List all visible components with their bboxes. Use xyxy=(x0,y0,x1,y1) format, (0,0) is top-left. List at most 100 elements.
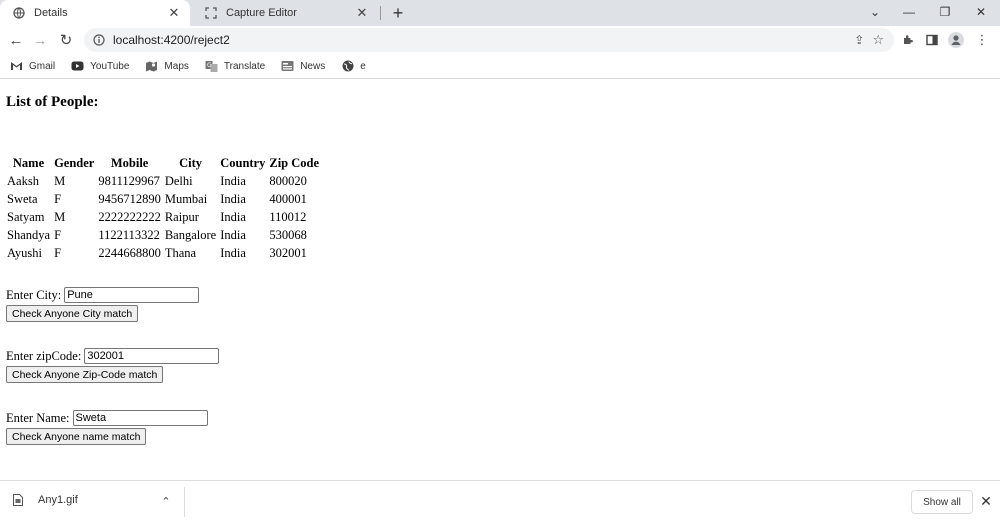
cell-zip-code: 400001 xyxy=(269,191,307,206)
tab-title: Details xyxy=(34,7,68,19)
tab-strip: Details ✕ Capture Editor ✕ + ⌄ — ❐ ✕ xyxy=(0,0,1000,26)
cell-zip-code: 800020 xyxy=(269,173,307,188)
download-item[interactable]: Any1.gif xyxy=(12,493,78,507)
cell-city: Thana xyxy=(164,245,197,260)
address-bar[interactable]: localhost:4200/reject2 ⇪ ☆ xyxy=(84,28,894,52)
bookmark-label: Gmail xyxy=(29,60,56,72)
translate-icon: G xyxy=(205,60,218,73)
column-header-zip-code: Zip Code xyxy=(269,155,320,170)
download-shelf: Any1.gif ⌃ Show all ✕ xyxy=(0,480,1000,525)
globe-icon xyxy=(341,60,354,73)
close-icon[interactable]: ✕ xyxy=(354,5,370,21)
bookmark-youtube[interactable]: YouTube xyxy=(71,60,129,73)
window-close-button[interactable]: ✕ xyxy=(964,0,998,24)
cell-city: Delhi xyxy=(164,173,193,188)
cell-country: India xyxy=(220,191,246,206)
check-name-match-button[interactable]: Check Anyone name match xyxy=(6,428,147,445)
minimize-button[interactable]: — xyxy=(892,0,926,24)
people-table: Name Gender Mobile City Country Zip Code… xyxy=(5,154,321,262)
column-header-country: Country xyxy=(220,155,266,170)
forward-icon[interactable]: → xyxy=(30,30,50,50)
chevron-up-icon[interactable]: ⌃ xyxy=(158,493,174,509)
city-input[interactable] xyxy=(64,287,200,303)
maps-icon xyxy=(145,60,158,73)
cell-country: India xyxy=(220,245,246,260)
cell-city: Bangalore xyxy=(164,227,217,242)
cell-country: India xyxy=(220,173,246,188)
name-input[interactable] xyxy=(72,410,208,426)
page-title: List of People: xyxy=(6,94,99,110)
cell-gender: F xyxy=(54,191,62,206)
cell-gender: F xyxy=(54,227,62,242)
bookmarks-bar: Gmail YouTube Maps G Translate News e xyxy=(0,54,1000,79)
zip-label: Enter zipCode: xyxy=(6,348,82,363)
bookmark-maps[interactable]: Maps xyxy=(145,60,189,73)
tab-capture-editor[interactable]: Capture Editor ✕ xyxy=(192,0,378,26)
cell-zip-code: 302001 xyxy=(269,245,307,260)
column-header-gender: Gender xyxy=(54,155,95,170)
shelf-divider xyxy=(184,487,185,517)
site-info-icon[interactable] xyxy=(92,33,106,47)
cell-mobile: 2244668800 xyxy=(98,245,161,260)
download-file-name: Any1.gif xyxy=(38,494,78,506)
capture-icon xyxy=(204,6,218,20)
close-icon[interactable]: ✕ xyxy=(166,5,182,21)
youtube-icon xyxy=(71,60,84,73)
column-header-city: City xyxy=(179,155,202,170)
tab-details[interactable]: Details ✕ xyxy=(0,0,190,26)
bookmark-label: Maps xyxy=(164,60,189,72)
cell-city: Raipur xyxy=(164,209,199,224)
column-header-name: Name xyxy=(12,155,45,170)
globe-icon xyxy=(12,6,26,20)
table-row: Satyam M 2222222222 Raipur India 110012 xyxy=(5,208,321,226)
cell-city: Mumbai xyxy=(164,191,208,206)
table-row: Shandya F 1122113322 Bangalore India 530… xyxy=(5,226,321,244)
bookmark-star-icon[interactable]: ☆ xyxy=(872,32,884,48)
check-zip-code-match-button[interactable]: Check Anyone Zip-Code match xyxy=(6,366,164,383)
cell-country: India xyxy=(220,227,246,242)
close-icon[interactable]: ✕ xyxy=(978,493,994,509)
check-city-match-button[interactable]: Check Anyone City match xyxy=(6,305,139,322)
side-panel-icon[interactable] xyxy=(922,30,942,50)
bookmark-news[interactable]: News xyxy=(281,60,325,73)
share-icon[interactable]: ⇪ xyxy=(854,33,864,47)
zip-form: Enter zipCode: Check Anyone Zip-Code mat… xyxy=(6,347,220,383)
bookmark-translate[interactable]: G Translate xyxy=(205,60,265,73)
restore-button[interactable]: ❐ xyxy=(928,0,962,24)
cell-zip-code: 530068 xyxy=(269,227,307,242)
reload-icon[interactable]: ↻ xyxy=(56,30,76,50)
bookmark-label: Translate xyxy=(223,60,266,72)
cell-name: Aaksh xyxy=(7,173,39,188)
cell-gender: M xyxy=(54,209,66,224)
bookmark-label: News xyxy=(300,60,326,72)
cell-zip-code: 110012 xyxy=(269,209,307,224)
cell-gender: M xyxy=(54,173,66,188)
name-form: Enter Name: Check Anyone name match xyxy=(6,409,208,445)
table-header-row: Name Gender Mobile City Country Zip Code xyxy=(5,154,321,172)
cell-mobile: 1122113322 xyxy=(98,227,160,242)
tab-title: Capture Editor xyxy=(226,7,297,19)
city-label: Enter City: xyxy=(6,287,62,302)
profile-avatar-icon[interactable] xyxy=(946,30,966,50)
tab-search-button[interactable]: ⌄ xyxy=(858,0,892,24)
cell-mobile: 9456712890 xyxy=(98,191,161,206)
menu-kebab-icon[interactable]: ⋮ xyxy=(972,30,992,50)
show-all-button[interactable]: Show all xyxy=(911,490,973,514)
bookmark-gmail[interactable]: Gmail xyxy=(10,60,55,73)
new-tab-button[interactable]: + xyxy=(388,3,408,23)
back-icon[interactable]: ← xyxy=(6,30,26,50)
extensions-icon[interactable] xyxy=(898,30,918,50)
table-row: Aaksh M 9811129967 Delhi India 800020 xyxy=(5,172,321,190)
tab-separator xyxy=(380,6,381,20)
table-row: Ayushi F 2244668800 Thana India 302001 xyxy=(5,244,321,262)
bookmark-label: e xyxy=(360,60,366,72)
news-icon xyxy=(281,60,294,73)
svg-text:G: G xyxy=(207,62,212,69)
file-icon xyxy=(12,493,24,507)
cell-name: Satyam xyxy=(7,209,45,224)
cell-country: India xyxy=(220,209,246,224)
browser-toolbar: ← → ↻ localhost:4200/reject2 ⇪ ☆ ⋮ xyxy=(0,26,1000,54)
cell-name: Shandya xyxy=(7,227,51,242)
zip-code-input[interactable] xyxy=(84,348,220,364)
bookmark-e[interactable]: e xyxy=(341,60,366,73)
